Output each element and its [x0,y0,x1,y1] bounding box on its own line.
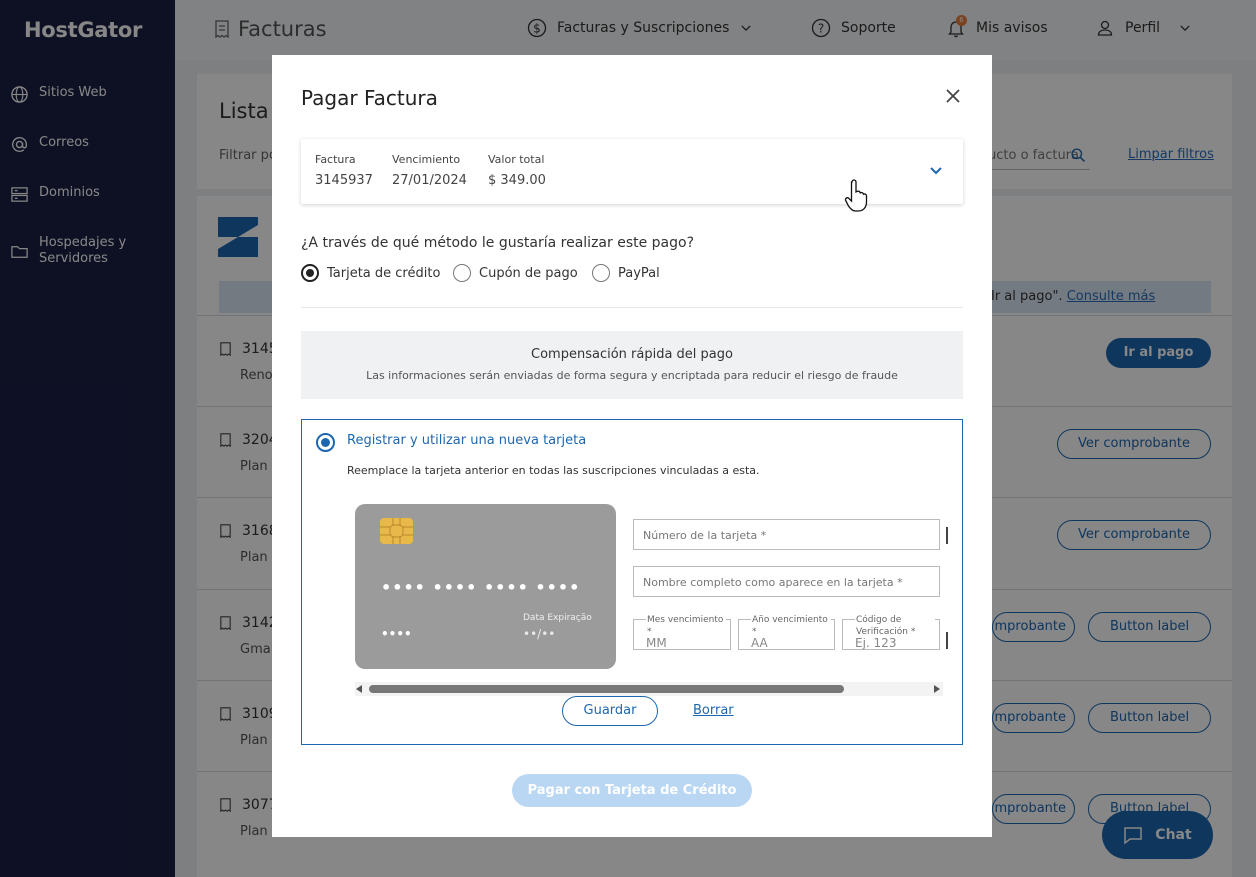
method-label: Cupón de pago [479,265,578,281]
field-edge [946,527,948,544]
close-icon[interactable] [942,85,964,107]
total-value: $ 349.00 [488,173,546,188]
delete-link[interactable]: Borrar [693,703,734,718]
scrollbar-thumb[interactable] [369,685,844,693]
expiry-year-field[interactable]: AA Año vencimiento * [738,614,835,650]
method-paypal[interactable]: PayPal [592,264,660,282]
modal-title: Pagar Factura [301,86,438,110]
chevron-down-icon[interactable] [929,165,943,177]
card-name-mask: •••• [381,627,412,641]
pay-invoice-modal: Pagar Factura Factura 3145937 Vencimient… [272,55,992,837]
scroll-left-icon[interactable] [356,685,362,693]
cvv-field[interactable]: Ej. 123 Código de Verificación * [842,614,940,650]
horizontal-scrollbar[interactable] [355,682,943,696]
invoice-number-value: 3145937 [315,173,373,188]
new-card-box: Registrar y utilizar una nueva tarjeta R… [301,419,963,745]
due-date-col: Vencimiento 27/01/2024 [392,153,467,188]
total-label: Valor total [488,153,545,166]
method-label: PayPal [618,265,660,281]
field-edge [946,632,948,649]
card-expiry-mask: ••/•• [523,627,556,641]
due-date-label: Vencimiento [392,153,461,166]
pay-with-credit-card-button[interactable]: Pagar con Tarjeta de Crédito [512,774,752,807]
total-col: Valor total $ 349.00 [488,153,546,188]
cvv-placeholder: Ej. 123 [855,636,897,650]
divider [301,307,963,308]
year-label: Año vencimiento * [751,614,831,638]
scroll-right-icon[interactable] [934,685,940,693]
card-preview: •••• •••• •••• •••• •••• Data Expiração … [355,504,616,669]
card-number-field[interactable]: Número de la tarjeta * [633,519,940,550]
save-button[interactable]: Guardar [562,696,658,726]
chip-lines [380,518,413,544]
card-expiry-label: Data Expiração [523,613,592,623]
invoice-col: Factura 3145937 [315,153,373,188]
card-number-mask: •••• •••• •••• •••• [381,578,581,597]
new-card-option-label[interactable]: Registrar y utilizar una nueva tarjeta [347,433,586,448]
cvv-label: Código de Verificación * [855,614,935,638]
radio-unselected[interactable] [453,264,471,282]
method-label: Tarjeta de crédito [327,265,441,281]
method-coupon[interactable]: Cupón de pago [453,264,578,282]
fast-payment-box: Compensación rápida del pago Las informa… [301,331,963,399]
invoice-label: Factura [315,153,356,166]
card-chip-icon [380,518,413,544]
radio-unselected[interactable] [592,264,610,282]
year-placeholder: AA [751,636,768,650]
month-label: Mes vencimiento * [646,614,726,638]
radio-selected[interactable] [301,264,319,282]
method-credit-card[interactable]: Tarjeta de crédito [301,264,440,282]
due-date-value: 27/01/2024 [392,173,467,188]
fast-payment-subtitle: Las informaciones serán enviadas de form… [366,369,898,382]
payment-method-question: ¿A través de qué método le gustaría real… [301,235,695,251]
expiry-month-field[interactable]: MM Mes vencimiento * [633,614,731,650]
new-card-radio[interactable] [316,433,335,452]
fast-payment-title: Compensación rápida del pago [531,347,733,362]
card-name-field[interactable]: Nombre completo como aparece en la tarje… [633,566,940,597]
month-placeholder: MM [646,636,667,650]
new-card-note: Reemplace la tarjeta anterior en todas l… [347,464,760,477]
hand-cursor-icon [844,179,868,212]
